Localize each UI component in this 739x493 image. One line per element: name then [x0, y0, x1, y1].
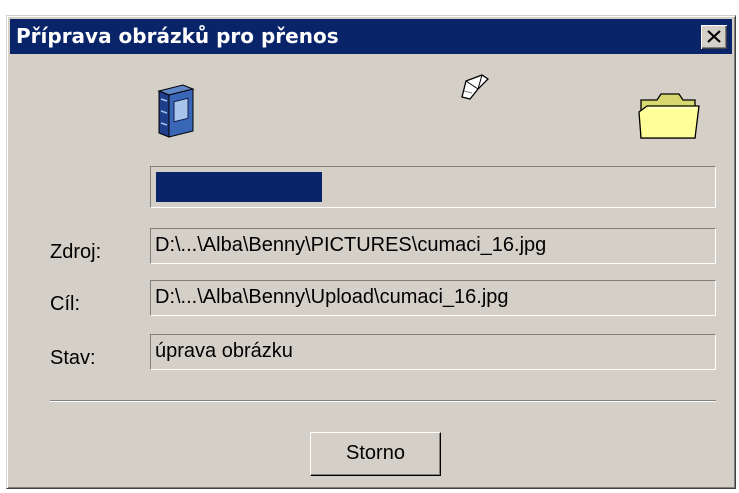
status-field: úprava obrázku: [150, 334, 716, 370]
folder-icon: [637, 90, 701, 147]
progress-fill: [156, 172, 323, 202]
title-bar[interactable]: Příprava obrázků pro přenos: [10, 19, 732, 54]
cancel-button[interactable]: Storno: [310, 432, 441, 476]
source-field: D:\...\Alba\Benny\PICTURES\cumaci_16.jpg: [150, 228, 716, 264]
close-button[interactable]: [701, 25, 727, 49]
status-label: Stav:: [50, 347, 96, 369]
source-label: Zdroj:: [50, 241, 102, 263]
transfer-dialog: Příprava obrázků pro přenos Zdroj: D:\..…: [6, 15, 736, 489]
target-field: D:\...\Alba\Benny\Upload\cumaci_16.jpg: [150, 280, 716, 316]
window-title: Příprava obrázků pro přenos: [16, 24, 339, 48]
book-icon: [153, 83, 199, 144]
flying-paper-icon: [458, 69, 492, 108]
separator: [50, 400, 716, 402]
progress-bar: [150, 166, 716, 208]
target-label: Cíl:: [50, 293, 80, 315]
close-icon: [707, 30, 721, 43]
